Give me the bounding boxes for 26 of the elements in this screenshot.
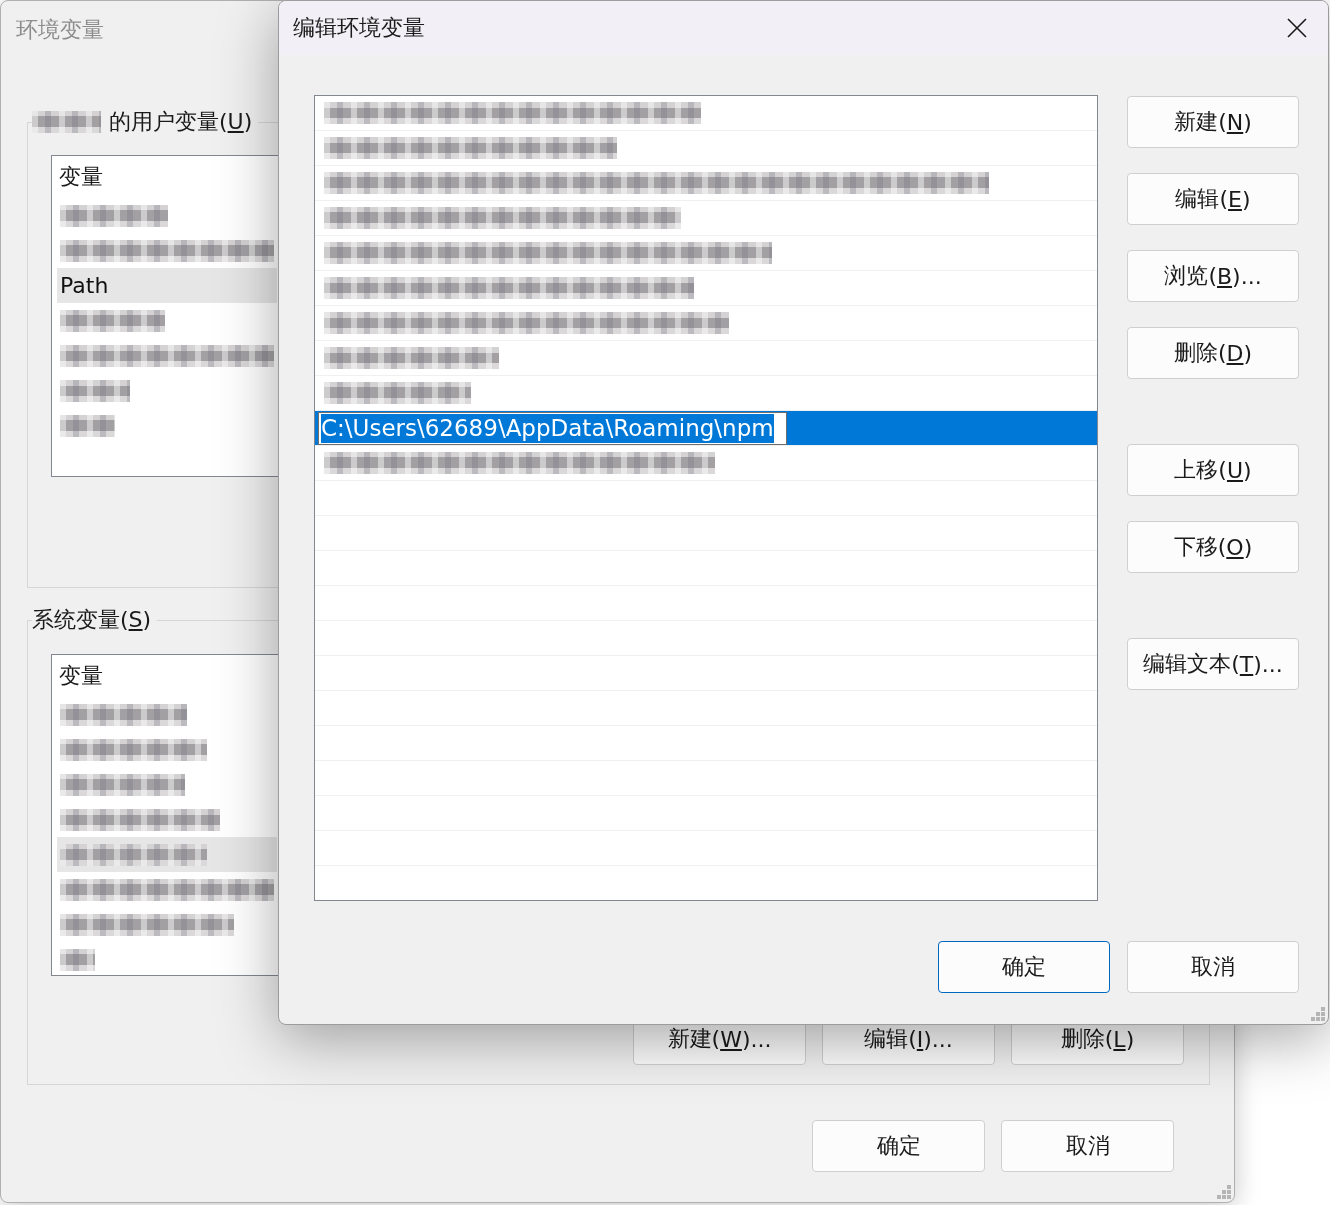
cancel-button[interactable]: 取消 xyxy=(1127,941,1299,993)
edit-text-button[interactable]: 编辑文本(T)... xyxy=(1127,638,1299,690)
list-item[interactable]: Path xyxy=(57,268,277,303)
edit-button[interactable]: 编辑(E) xyxy=(1127,173,1299,225)
pixelated-text xyxy=(60,948,95,971)
cancel-button[interactable]: 取消 xyxy=(1001,1120,1174,1172)
ok-button[interactable]: 确定 xyxy=(812,1120,985,1172)
resize-grip-icon[interactable] xyxy=(1311,1007,1325,1021)
pixelated-text xyxy=(60,414,115,437)
close-icon xyxy=(1287,18,1307,38)
window-title: 编辑环境变量 xyxy=(293,14,425,42)
move-up-button[interactable]: 上移(U) xyxy=(1127,444,1299,496)
group-label: 系统变量(S) xyxy=(32,606,152,634)
list-item[interactable] xyxy=(57,837,277,872)
window-title: 环境变量 xyxy=(16,15,104,44)
list-item[interactable]: C:\Users\62689\AppData\Roaming\npm xyxy=(315,411,1097,446)
move-down-button[interactable]: 下移(O) xyxy=(1127,521,1299,573)
delete-button[interactable]: 删除(D) xyxy=(1127,327,1299,379)
input-field[interactable]: C:\Users\62689\AppData\Roaming\npm xyxy=(318,411,787,445)
ok-button[interactable]: 确定 xyxy=(938,941,1110,993)
pixelated-text xyxy=(60,379,130,402)
browse-button[interactable]: 浏览(B)... xyxy=(1127,250,1299,302)
group-label: 的用户变量(U) xyxy=(109,108,253,136)
pixelated-text xyxy=(32,111,101,133)
new-button[interactable]: 新建(N) xyxy=(1127,96,1299,148)
resize-grip-icon[interactable] xyxy=(1217,1185,1231,1199)
